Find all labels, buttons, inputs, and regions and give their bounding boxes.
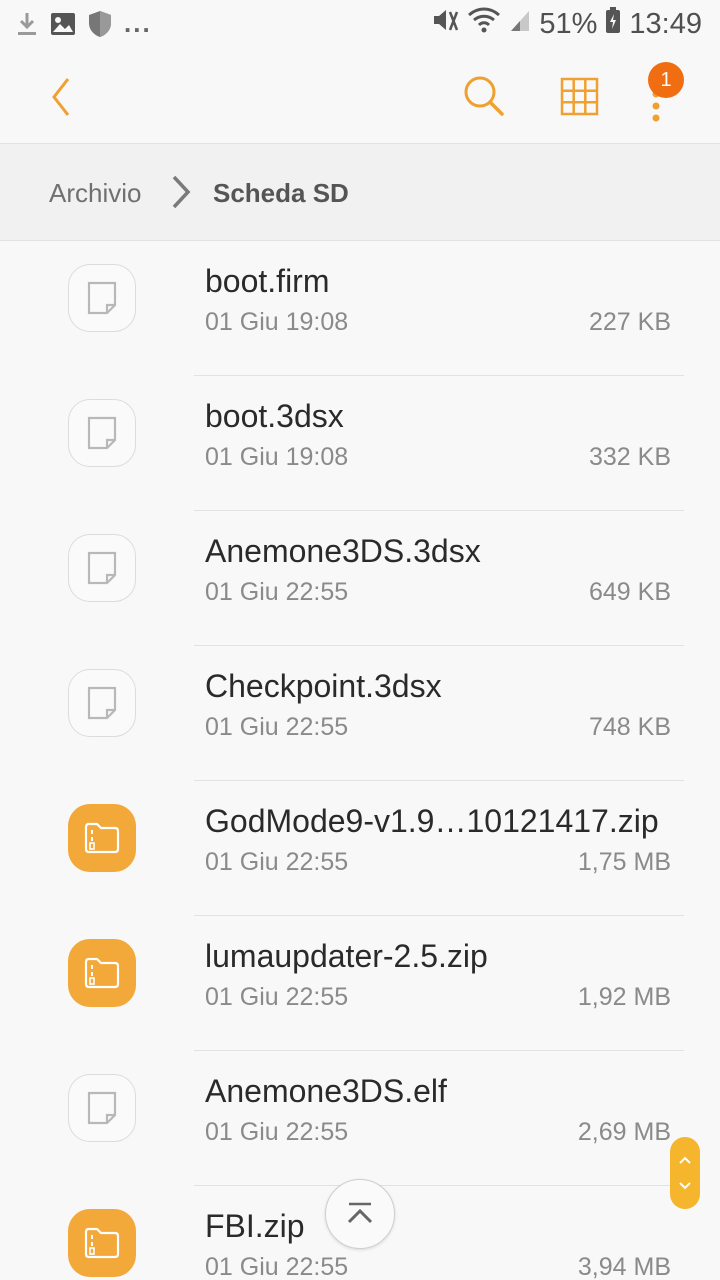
file-size: 2,69 MB [577, 1118, 671, 1146]
file-date: 01 Giu 19:08 [205, 443, 349, 471]
file-manager-screen: ... 51% 13:49 1 Archivio Scheda SD boot.… [0, 0, 720, 1280]
file-date: 01 Giu 22:55 [205, 1118, 349, 1146]
search-icon[interactable] [460, 72, 508, 120]
file-icon [68, 264, 136, 332]
zip-folder-icon [68, 804, 136, 872]
file-name: boot.3dsx [205, 398, 344, 434]
file-size: 3,94 MB [577, 1253, 671, 1280]
list-item[interactable]: boot.firm 01 Giu 19:08 227 KB [0, 241, 720, 376]
status-bar: ... 51% 13:49 [0, 0, 720, 50]
notification-badge: 1 [648, 62, 684, 98]
file-name: Anemone3DS.3dsx [205, 533, 481, 569]
file-size: 748 KB [588, 713, 671, 741]
file-date: 01 Giu 19:08 [205, 308, 349, 336]
file-list: boot.firm 01 Giu 19:08 227 KB boot.3dsx 01 G… [0, 241, 720, 1280]
file-date: 01 Giu 22:55 [205, 578, 349, 606]
battery-icon [605, 6, 621, 42]
zip-folder-icon [68, 1209, 136, 1277]
download-icon [16, 11, 38, 42]
file-name: Checkpoint.3dsx [205, 668, 442, 704]
file-size: 1,92 MB [577, 983, 671, 1011]
list-item[interactable]: Anemone3DS.elf 01 Giu 22:55 2,69 MB [0, 1051, 720, 1186]
list-item[interactable]: boot.3dsx 01 Giu 19:08 332 KB [0, 376, 720, 511]
file-date: 01 Giu 22:55 [205, 1253, 349, 1280]
file-date: 01 Giu 22:55 [205, 713, 349, 741]
file-icon [68, 1074, 136, 1142]
file-date: 01 Giu 22:55 [205, 848, 349, 876]
file-name: boot.firm [205, 263, 330, 299]
file-size: 649 KB [588, 578, 671, 606]
file-size: 1,75 MB [577, 848, 671, 876]
scroll-to-top-icon[interactable] [325, 1179, 395, 1249]
breadcrumb-item-current[interactable]: Scheda SD [213, 178, 349, 209]
file-icon [68, 669, 136, 737]
mute-icon [431, 6, 459, 42]
file-icon [68, 399, 136, 467]
file-date: 01 Giu 22:55 [205, 983, 349, 1011]
breadcrumb: Archivio Scheda SD [0, 144, 720, 241]
status-overflow: ... [124, 8, 152, 38]
file-size: 332 KB [588, 443, 671, 471]
status-bar-right: 51% 13:49 [431, 6, 702, 42]
file-name: GodMode9-v1.9…10121417.zip [205, 803, 659, 839]
clock: 13:49 [629, 7, 702, 40]
file-name: FBI.zip [205, 1208, 305, 1244]
fast-scroll-icon[interactable] [670, 1137, 700, 1209]
list-item[interactable]: Anemone3DS.3dsx 01 Giu 22:55 649 KB [0, 511, 720, 646]
file-icon [68, 534, 136, 602]
chevron-left-icon[interactable] [42, 75, 82, 119]
file-size: 227 KB [588, 308, 671, 336]
toolbar: 1 [0, 50, 720, 144]
image-icon [50, 12, 76, 41]
file-name: Anemone3DS.elf [205, 1073, 447, 1109]
chevron-right-icon [170, 174, 192, 210]
signal-icon [509, 7, 531, 41]
grid-view-icon[interactable] [558, 74, 602, 118]
breadcrumb-item-archivio[interactable]: Archivio [49, 178, 141, 209]
shield-icon [88, 10, 112, 43]
file-name: lumaupdater-2.5.zip [205, 938, 488, 974]
status-bar-left: ... [16, 8, 152, 43]
list-item[interactable]: GodMode9-v1.9…10121417.zip 01 Giu 22:55 1,… [0, 781, 720, 916]
battery-percent: 51% [539, 7, 598, 40]
list-item[interactable]: Checkpoint.3dsx 01 Giu 22:55 748 KB [0, 646, 720, 781]
wifi-icon [467, 6, 501, 42]
zip-folder-icon [68, 939, 136, 1007]
list-item[interactable]: lumaupdater-2.5.zip 01 Giu 22:55 1,92 MB [0, 916, 720, 1051]
